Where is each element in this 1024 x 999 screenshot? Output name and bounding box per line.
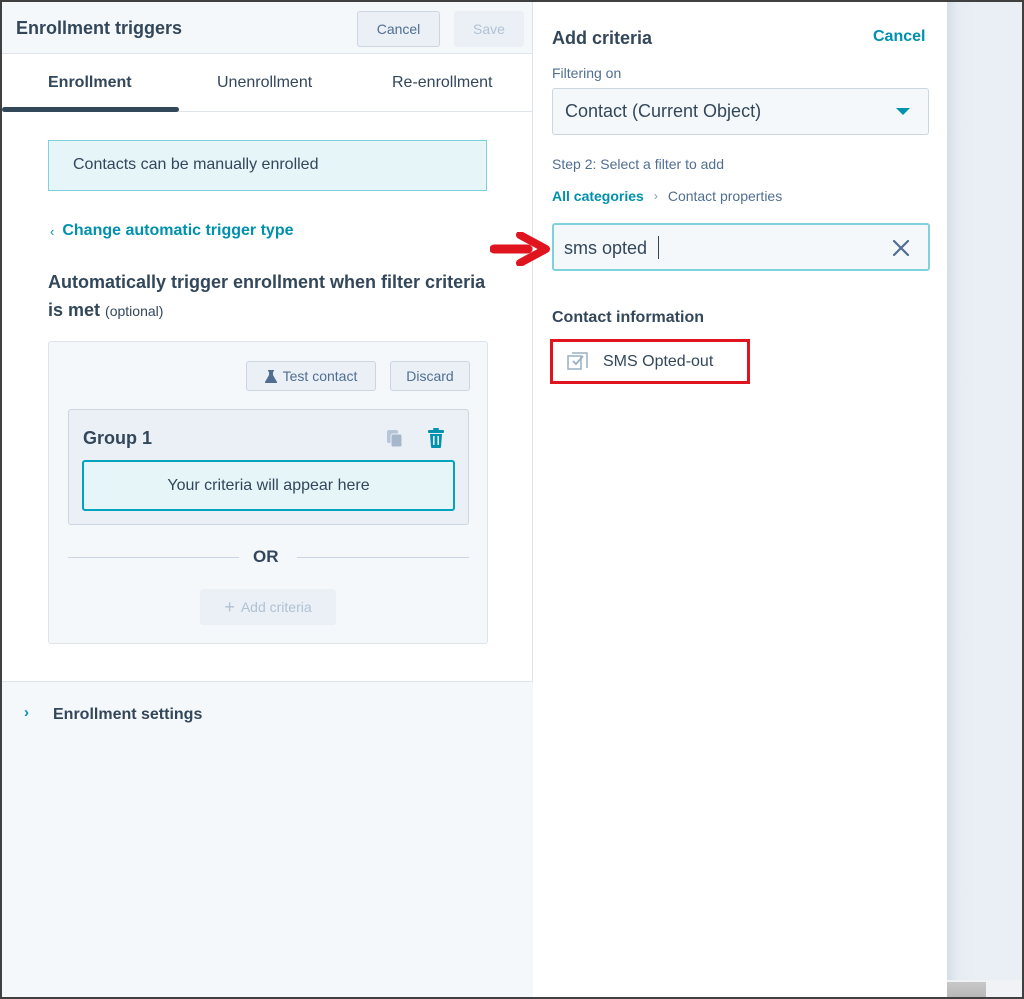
add-criteria-panel: Add criteria Cancel Filtering on Contact… bbox=[534, 2, 947, 997]
filter-result-item[interactable]: SMS Opted-out bbox=[550, 339, 750, 384]
chevron-right-icon: › bbox=[653, 189, 658, 203]
results-section-header: Contact information bbox=[552, 309, 704, 326]
clone-icon[interactable] bbox=[387, 430, 403, 448]
search-input[interactable] bbox=[564, 235, 884, 261]
cancel-button[interactable]: Cancel bbox=[357, 11, 440, 47]
divider-line bbox=[68, 557, 239, 558]
plus-icon: + bbox=[224, 596, 235, 617]
app-frame: Enrollment triggers Cancel Save Enrollme… bbox=[2, 2, 1022, 997]
enrollment-triggers-panel: Enrollment triggers Cancel Save Enrollme… bbox=[2, 2, 533, 997]
or-divider: OR bbox=[68, 545, 469, 569]
breadcrumb: All categories › Contact properties bbox=[552, 188, 782, 204]
test-contact-button[interactable]: Test contact bbox=[246, 361, 376, 391]
step-label: Step 2: Select a filter to add bbox=[552, 156, 724, 172]
object-select-value: Contact (Current Object) bbox=[565, 101, 762, 121]
change-trigger-type-link[interactable]: ‹ Change automatic trigger type bbox=[50, 222, 294, 240]
enrollment-settings-section: › Enrollment settings bbox=[2, 681, 533, 997]
active-tab-indicator bbox=[2, 107, 179, 112]
criteria-builder: Test contact Discard Group 1 Your criter… bbox=[48, 341, 488, 644]
test-contact-label: Test contact bbox=[282, 368, 358, 384]
flask-icon bbox=[264, 369, 277, 383]
tab-unenrollment[interactable]: Unenrollment bbox=[217, 74, 312, 92]
panel-title: Enrollment triggers bbox=[16, 18, 183, 38]
optional-label: (optional) bbox=[105, 303, 164, 319]
filter-result-label: SMS Opted-out bbox=[603, 352, 714, 370]
save-button[interactable]: Save bbox=[454, 11, 524, 47]
or-label: OR bbox=[253, 547, 279, 566]
add-criteria-cancel-link[interactable]: Cancel bbox=[873, 28, 925, 46]
panel-header: Enrollment triggers Cancel Save bbox=[2, 2, 532, 54]
group-title: Group 1 bbox=[83, 428, 153, 448]
annotation-arrow-icon bbox=[490, 232, 550, 266]
object-select[interactable]: Contact (Current Object) bbox=[552, 88, 929, 135]
add-criteria-label: Add criteria bbox=[240, 599, 312, 615]
chevron-right-icon[interactable]: › bbox=[24, 704, 29, 721]
add-criteria-button[interactable]: + Add criteria bbox=[200, 589, 336, 625]
trash-icon[interactable] bbox=[428, 428, 444, 448]
auto-trigger-heading: Automatically trigger enrollment when fi… bbox=[48, 268, 488, 325]
close-icon[interactable] bbox=[892, 239, 910, 257]
text-cursor bbox=[658, 236, 659, 259]
add-criteria-title: Add criteria bbox=[552, 28, 653, 48]
tab-re-enrollment[interactable]: Re-enrollment bbox=[392, 74, 492, 92]
criteria-placeholder: Your criteria will appear here bbox=[82, 460, 455, 511]
tab-enrollment[interactable]: Enrollment bbox=[48, 74, 132, 92]
enrollment-settings-toggle[interactable]: Enrollment settings bbox=[53, 706, 202, 724]
discard-button[interactable]: Discard bbox=[390, 361, 470, 391]
background-overlay bbox=[947, 2, 1022, 997]
chevron-left-icon: ‹ bbox=[50, 223, 55, 239]
manual-enroll-info: Contacts can be manually enrolled bbox=[48, 140, 487, 191]
scrollbar-thumb[interactable] bbox=[947, 982, 986, 997]
checkbox-property-icon bbox=[567, 351, 588, 370]
search-field bbox=[552, 223, 930, 271]
breadcrumb-current: Contact properties bbox=[667, 188, 783, 204]
divider-line bbox=[297, 557, 469, 558]
breadcrumb-all-categories[interactable]: All categories bbox=[552, 188, 644, 204]
change-trigger-type-label: Change automatic trigger type bbox=[62, 222, 294, 239]
caret-down-icon bbox=[896, 108, 910, 115]
filter-group: Group 1 Your criteria will appear here bbox=[68, 409, 469, 525]
trigger-tabs: Enrollment Unenrollment Re-enrollment bbox=[2, 54, 532, 112]
filtering-on-label: Filtering on bbox=[552, 65, 622, 81]
